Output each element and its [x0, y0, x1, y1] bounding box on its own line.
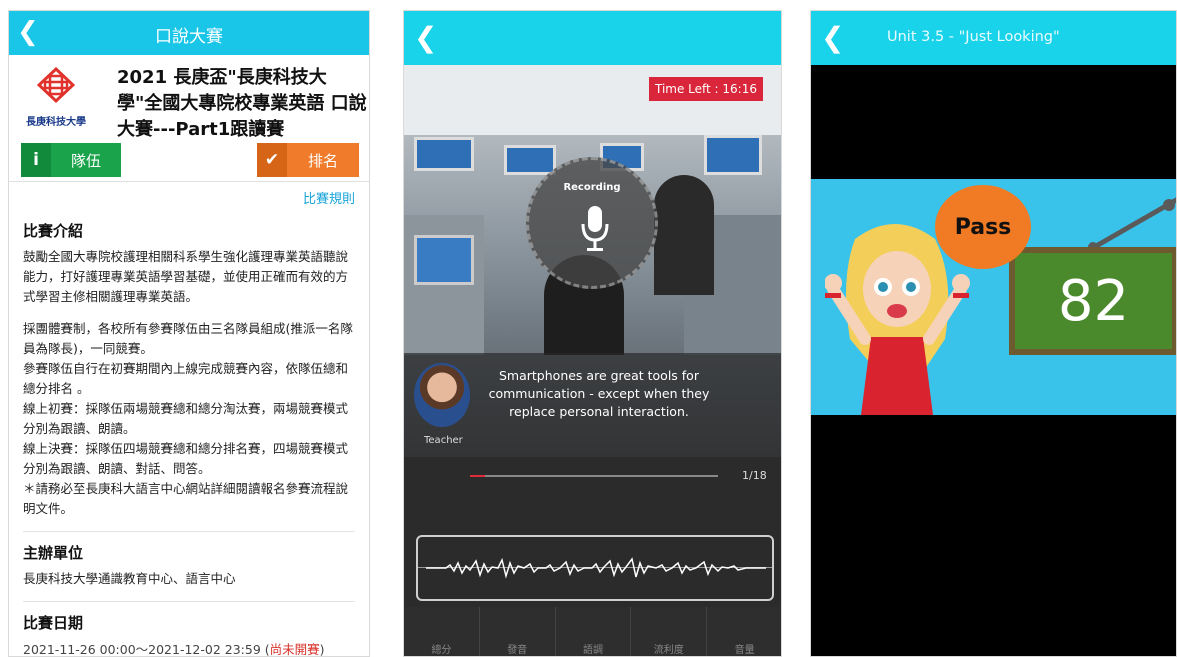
intro-paragraph: 線上初賽：採隊伍兩場競賽總和總分淘汰賽，兩場競賽模式分別為跟讀、朗讀。 — [23, 401, 349, 436]
team-button[interactable]: i 隊伍 — [21, 143, 121, 177]
sentence-text: Smartphones are great tools for communic… — [488, 368, 710, 419]
competition-title: 2021 長庚盃"長庚科技大學"全國大專院校專業英語 口說大賽---Part1跟… — [117, 67, 367, 140]
score-tab[interactable]: 語調 — [556, 607, 632, 656]
team-button-label: 隊伍 — [70, 151, 101, 170]
recording-screen: ❮ Time Left : 16:16 Recording Teacher Sm… — [403, 10, 782, 657]
status-badge: 尚未開賽 — [269, 642, 320, 657]
score-board: 82 — [1009, 247, 1176, 355]
progress-fill — [470, 475, 485, 477]
date-heading: 比賽日期 — [23, 614, 84, 632]
app-header: ❮ Unit 3.5 - "Just Looking" — [811, 11, 1176, 65]
score-tab[interactable]: 流利度 — [631, 607, 708, 656]
ranking-button-label: 排名 — [307, 151, 338, 170]
app-header: ❮ — [404, 11, 781, 65]
intro-paragraph: 線上決賽：採隊伍四場競賽總和總分排名賽，四場競賽模式分別為跟讀、朗讀、對話、問答… — [23, 441, 349, 476]
university-logo: 長庚科技大學 — [19, 65, 93, 131]
page-counter: 1/18 — [742, 469, 767, 482]
date-range: 2021-11-26 00:00〜2021-12-02 23:59 ( — [23, 642, 270, 657]
sentence-panel: Teacher Smartphones are great tools for … — [404, 353, 781, 457]
cartoon-girl-icon — [825, 224, 970, 415]
date-text: 2021-11-26 00:00〜2021-12-02 23:59 (尚未開賽) — [23, 639, 355, 657]
intro-paragraph: ＊請務必至長庚科大語言中心網站詳細閱讀報名參賽流程說明文件。 — [23, 481, 349, 516]
logo-text: 長庚科技大學 — [26, 117, 86, 128]
score-tab-label: 語調 — [582, 645, 603, 656]
recording-label: Recording — [563, 182, 621, 193]
score-tab[interactable]: 音量 — [707, 607, 781, 656]
score-tab[interactable]: 總分 — [404, 607, 480, 656]
unit-title: Unit 3.5 - "Just Looking" — [887, 29, 1060, 45]
score-tab-label: 音量 — [734, 645, 755, 656]
score-tab-label: 流利度 — [653, 645, 684, 656]
score-tab-label: 發音 — [507, 645, 528, 656]
rules-link[interactable]: 比賽規則 — [23, 182, 355, 210]
organizer-text: 長庚科技大學通識教育中心、語言中心 — [23, 571, 236, 586]
record-button[interactable]: Recording — [526, 157, 658, 289]
teacher-avatar — [414, 363, 470, 427]
ranking-button[interactable]: ✔ 排名 — [257, 143, 359, 177]
info-icon: i — [21, 143, 51, 177]
check-icon: ✔ — [257, 143, 287, 177]
competition-detail-screen: ❮ 口說大賽 長庚科技大學 2021 長庚盃"長庚科技大學"全國大專院校專業英語… — [8, 10, 370, 657]
date-close: ) — [319, 642, 325, 657]
result-illustration: 82 Pass — [811, 179, 1176, 415]
chevron-left-icon[interactable]: ❮ — [414, 21, 437, 54]
waveform-display — [416, 535, 774, 601]
score-tabs: 總分 發音 語調 流利度 音量 — [404, 607, 781, 656]
app-header: ❮ 口說大賽 — [9, 11, 369, 55]
result-screen: ❮ Unit 3.5 - "Just Looking" 82 Pass — [810, 10, 1177, 657]
teacher-label: Teacher — [424, 435, 463, 446]
time-left-badge: Time Left : 16:16 — [648, 77, 763, 101]
score-value: 82 — [1057, 268, 1130, 334]
microphone-icon — [581, 206, 609, 251]
action-buttons: i 隊伍 ✔ 排名 — [9, 143, 369, 181]
page-title: 口說大賽 — [155, 27, 223, 47]
intro-paragraph: 參賽隊伍自行在初賽期間內上線完成競賽內容，依隊伍總和總分排名 。 — [23, 361, 349, 396]
competition-description: 比賽規則 比賽介紹 鼓勵全國大專院校護理相關科系學生強化護理專業英語聽說能力，打… — [9, 181, 369, 657]
chevron-left-icon[interactable]: ❮ — [821, 21, 844, 54]
score-tab[interactable]: 發音 — [480, 607, 556, 656]
waveform-icon — [426, 557, 766, 579]
intro-paragraph: 鼓勵全國大專院校護理相關科系學生強化護理專業英語聽說能力，打好護理專業英語學習基… — [23, 249, 349, 304]
progress-bar — [470, 475, 718, 477]
intro-paragraph: 採團體賽制，各校所有參賽隊伍由三名隊員組成(推派一名隊員為隊長)，一同競賽。 — [23, 321, 353, 356]
organizer-heading: 主辦單位 — [23, 544, 84, 562]
logo-mark-icon — [37, 67, 75, 104]
intro-heading: 比賽介紹 — [23, 222, 84, 240]
classroom-photo: Time Left : 16:16 Recording Teacher Smar… — [404, 65, 781, 457]
score-tab-label: 總分 — [431, 645, 452, 656]
competition-info: 長庚科技大學 2021 長庚盃"長庚科技大學"全國大專院校專業英語 口說大賽--… — [9, 55, 369, 143]
